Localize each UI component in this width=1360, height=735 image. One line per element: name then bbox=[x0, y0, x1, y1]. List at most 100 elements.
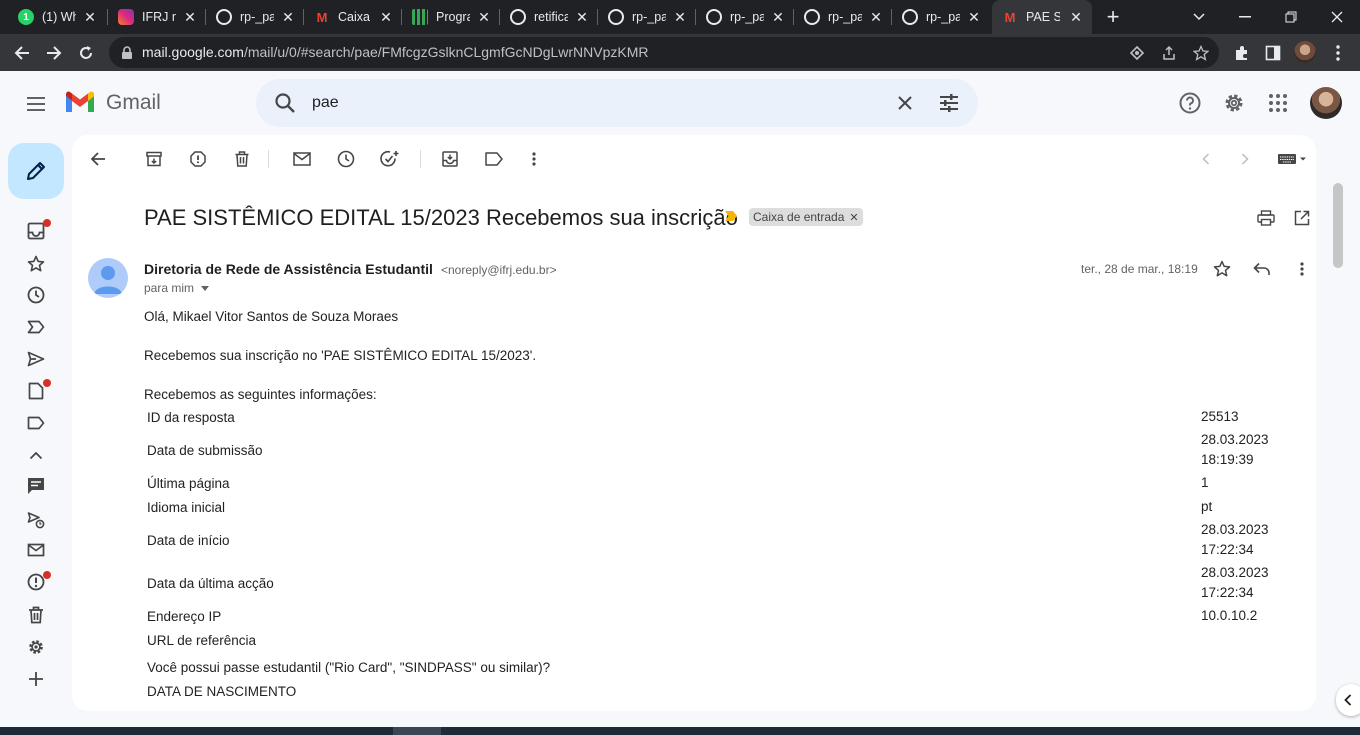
gmail-logo-icon[interactable] bbox=[64, 90, 96, 114]
more-vertical-icon bbox=[1300, 262, 1304, 276]
tab-close-icon[interactable]: ✕ bbox=[770, 9, 786, 25]
minimize-button[interactable] bbox=[1222, 0, 1268, 34]
tab-rp-pae-4[interactable]: rp-_pae ✕ bbox=[794, 0, 892, 34]
settings-gear-icon[interactable] bbox=[1222, 91, 1246, 115]
back-to-results-button[interactable] bbox=[88, 149, 108, 169]
clear-search-icon[interactable] bbox=[894, 92, 916, 114]
chevron-left-icon bbox=[1202, 153, 1210, 165]
add-task-icon bbox=[380, 150, 399, 167]
browser-menu-icon[interactable] bbox=[1327, 42, 1349, 64]
restore-button[interactable] bbox=[1268, 0, 1314, 34]
tab-close-icon[interactable]: ✕ bbox=[82, 9, 98, 25]
new-tab-button[interactable]: + bbox=[1101, 5, 1125, 29]
side-panel-icon[interactable] bbox=[1262, 42, 1284, 64]
tab-close-icon[interactable]: ✕ bbox=[182, 9, 198, 25]
report-spam-button[interactable] bbox=[188, 149, 208, 169]
print-all-button[interactable] bbox=[1256, 208, 1276, 228]
account-avatar[interactable] bbox=[1310, 87, 1342, 119]
email-paragraph: Recebemos sua inscrição no 'PAE SISTÊMIC… bbox=[144, 348, 537, 363]
tab-rp-pae-3[interactable]: rp-_pae ✕ bbox=[696, 0, 794, 34]
close-window-button[interactable] bbox=[1314, 0, 1360, 34]
browser-profile-avatar[interactable] bbox=[1294, 41, 1316, 63]
show-details-caret-icon[interactable] bbox=[201, 286, 209, 291]
label-chip[interactable]: Caixa de entrada ✕ bbox=[749, 208, 863, 226]
add-to-tasks-button[interactable] bbox=[380, 149, 400, 169]
gmail-icon: M bbox=[1004, 9, 1016, 25]
field-value: 1 bbox=[1201, 475, 1209, 490]
show-side-panel-button[interactable] bbox=[1336, 684, 1360, 716]
tab-programa[interactable]: Programa ✕ bbox=[402, 0, 500, 34]
star-message-button[interactable] bbox=[1212, 259, 1232, 279]
trash-icon[interactable] bbox=[24, 603, 48, 627]
sender-avatar[interactable] bbox=[88, 258, 128, 298]
tab-close-icon[interactable]: ✕ bbox=[280, 9, 296, 25]
reload-button[interactable] bbox=[72, 39, 100, 67]
message-date[interactable]: ter., 28 de mar., 18:19 bbox=[1081, 262, 1198, 276]
tab-rp-pae-2[interactable]: rp-_pae ✕ bbox=[598, 0, 696, 34]
tab-close-icon[interactable]: ✕ bbox=[672, 9, 688, 25]
tab-close-icon[interactable]: ✕ bbox=[868, 9, 884, 25]
message-more-button[interactable] bbox=[1292, 259, 1312, 279]
tab-pae-sistemico-active[interactable]: M PAE SISTÊMICO ✕ bbox=[992, 0, 1092, 34]
open-in-new-window-button[interactable] bbox=[1292, 208, 1312, 228]
bookmark-star-icon[interactable] bbox=[1191, 43, 1211, 63]
snooze-button[interactable] bbox=[336, 149, 356, 169]
newer-button[interactable] bbox=[1196, 149, 1216, 169]
chat-icon[interactable] bbox=[24, 474, 48, 498]
tab-close-icon[interactable]: ✕ bbox=[574, 9, 590, 25]
share-icon[interactable] bbox=[1159, 43, 1179, 63]
reply-button[interactable] bbox=[1252, 259, 1272, 279]
help-icon[interactable] bbox=[1178, 91, 1202, 115]
more-actions-button[interactable] bbox=[524, 149, 544, 169]
apps-grid-icon[interactable] bbox=[1266, 91, 1290, 115]
tab-search-button[interactable] bbox=[1176, 0, 1222, 34]
extensions-puzzle-icon[interactable] bbox=[1231, 42, 1253, 64]
tab-close-icon[interactable]: ✕ bbox=[378, 9, 394, 25]
forward-button[interactable] bbox=[40, 39, 68, 67]
move-to-button[interactable] bbox=[440, 149, 460, 169]
tab-close-icon[interactable]: ✕ bbox=[1068, 9, 1084, 25]
tab-rp-pae-5[interactable]: rp-_pae ✕ bbox=[892, 0, 990, 34]
sender-name[interactable]: Diretoria de Rede de Assistência Estudan… bbox=[144, 261, 433, 277]
sender-email[interactable]: <noreply@ifrj.edu.br> bbox=[441, 263, 557, 277]
manage-labels-gear-icon[interactable] bbox=[24, 635, 48, 659]
input-tools-button[interactable] bbox=[1272, 149, 1312, 169]
address-bar[interactable]: mail.google.com/mail/u/0/#search/pae/FMf… bbox=[109, 37, 1219, 68]
tab-gmail-inbox[interactable]: M Caixa de entrada ✕ bbox=[304, 0, 402, 34]
all-mail-icon[interactable] bbox=[24, 538, 48, 562]
search-input[interactable] bbox=[312, 91, 872, 115]
tab-instagram[interactable]: IFRJ no Instagram ✕ bbox=[108, 0, 206, 34]
collapse-chevron-up-icon[interactable] bbox=[24, 443, 48, 467]
tab-close-icon[interactable]: ✕ bbox=[476, 9, 492, 25]
recipient-line[interactable]: para mim bbox=[144, 281, 194, 295]
compose-button[interactable] bbox=[8, 143, 64, 199]
important-icon[interactable] bbox=[24, 315, 48, 339]
archive-button[interactable] bbox=[144, 149, 164, 169]
page-scrollbar-thumb[interactable] bbox=[1333, 183, 1343, 268]
tab-rp-pae-1[interactable]: rp-_pae ✕ bbox=[206, 0, 304, 34]
main-menu-button[interactable] bbox=[20, 91, 50, 117]
create-label-plus-icon[interactable] bbox=[24, 667, 48, 691]
delete-button[interactable] bbox=[232, 149, 252, 169]
taskbar-active-app[interactable] bbox=[393, 727, 441, 735]
search-options-icon[interactable] bbox=[938, 92, 960, 114]
older-button[interactable] bbox=[1235, 149, 1255, 169]
scheduled-send-icon[interactable] bbox=[24, 508, 48, 532]
label-icon bbox=[485, 152, 503, 166]
field-value: 28.03.2023 17:22:34 bbox=[1201, 565, 1269, 600]
lens-icon[interactable] bbox=[1127, 43, 1147, 63]
starred-icon[interactable] bbox=[24, 252, 48, 276]
globe-icon bbox=[510, 9, 526, 25]
remove-label-icon[interactable]: ✕ bbox=[849, 212, 858, 224]
importance-marker-icon[interactable] bbox=[724, 210, 738, 222]
tab-close-icon[interactable]: ✕ bbox=[966, 9, 982, 25]
search-icon[interactable] bbox=[274, 92, 296, 114]
tab-retificacao[interactable]: retificação ✕ bbox=[500, 0, 598, 34]
snoozed-clock-icon[interactable] bbox=[24, 283, 48, 307]
label-icon[interactable] bbox=[24, 411, 48, 435]
mark-unread-button[interactable] bbox=[292, 149, 312, 169]
tab-whatsapp[interactable]: 1 (1) WhatsApp ✕ bbox=[8, 0, 106, 34]
labels-button[interactable] bbox=[484, 149, 504, 169]
back-button[interactable] bbox=[8, 39, 36, 67]
sent-icon[interactable] bbox=[24, 347, 48, 371]
